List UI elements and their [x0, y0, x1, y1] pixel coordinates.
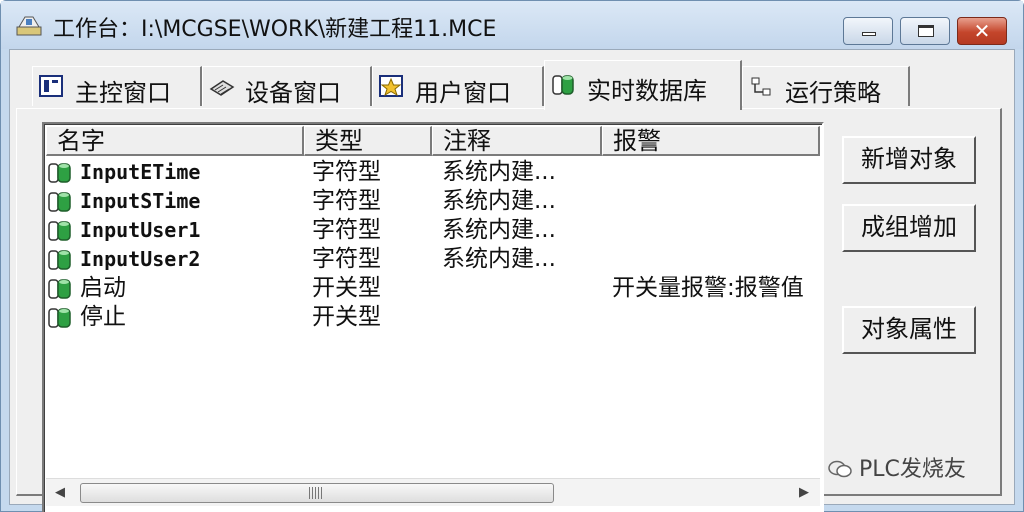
close-icon: ✕	[973, 19, 991, 43]
database-variable-icon	[48, 308, 71, 328]
list-item[interactable]: 停止 开关型	[46, 303, 830, 332]
list-item[interactable]: 启动 开关型 开关量报警:报警值	[46, 274, 830, 303]
tab-realtime-database[interactable]: 实时数据库	[544, 60, 742, 110]
scroll-left-icon[interactable]: ◀	[50, 483, 70, 503]
list-item[interactable]: InputETime 字符型 系统内建...	[46, 158, 830, 187]
scrollbar-thumb[interactable]	[80, 483, 554, 503]
cell-name: InputUser1	[80, 218, 201, 242]
tab-label: 实时数据库	[587, 77, 707, 105]
horizontal-scrollbar[interactable]: ◀ ▶	[46, 478, 820, 506]
variable-list[interactable]: 名字 类型 注释 报警 InputETime 字符型 系统内建... InputSTi…	[42, 122, 824, 512]
cell-name: InputSTime	[80, 189, 201, 213]
list-item[interactable]: InputUser1 字符型 系统内建...	[46, 216, 830, 245]
window-title: 工作台：I:\MCGSE\WORK\新建工程11.MCE	[53, 17, 497, 42]
cell-type: 字符型	[312, 159, 381, 185]
column-header-comment[interactable]: 注释	[432, 126, 602, 156]
strategy-icon	[751, 77, 771, 96]
group-add-button[interactable]: 成组增加	[842, 204, 976, 252]
maximize-button[interactable]	[900, 17, 950, 45]
wechat-icon	[828, 460, 852, 478]
tab-run-strategy[interactable]: 运行策略	[742, 66, 910, 107]
watermark: PLC发烧友	[827, 451, 966, 483]
cell-type: 开关型	[312, 304, 381, 330]
tab-main-window[interactable]: 主控窗口	[32, 66, 202, 107]
tab-device-window[interactable]: 设备窗口	[202, 66, 372, 107]
column-header-alarm[interactable]: 报警	[602, 126, 820, 156]
device-icon	[209, 80, 235, 96]
close-button[interactable]: ✕	[957, 17, 1007, 45]
database-variable-icon	[48, 250, 71, 270]
list-item[interactable]: InputUser2 字符型 系统内建...	[46, 245, 830, 274]
tab-user-window[interactable]: 用户窗口	[372, 66, 544, 107]
database-variable-icon	[48, 279, 71, 299]
cell-type: 字符型	[312, 188, 381, 214]
cell-comment: 系统内建...	[442, 217, 556, 243]
cell-comment: 系统内建...	[442, 188, 556, 214]
database-variable-icon	[48, 163, 71, 183]
cell-name: 停止	[80, 304, 126, 330]
column-header-type[interactable]: 类型	[304, 126, 432, 156]
database-icon	[552, 75, 574, 95]
cell-name: InputETime	[80, 160, 201, 184]
cell-type: 字符型	[312, 217, 381, 243]
app-window: 工作台：I:\MCGSE\WORK\新建工程11.MCE ✕ 主控窗口 设备窗口	[0, 0, 1024, 512]
watermark-text: PLC发烧友	[859, 457, 966, 482]
minimize-icon	[862, 32, 876, 36]
tab-label: 用户窗口	[415, 79, 511, 107]
column-header-name[interactable]: 名字	[46, 126, 304, 156]
workbench-client: 主控窗口 设备窗口 用户窗口 实时数据库 运行策略 名字 类型 注释 报警 In…	[9, 49, 1015, 512]
grip-icon	[309, 487, 323, 499]
user-window-icon	[379, 75, 403, 97]
cell-type: 字符型	[312, 246, 381, 272]
cell-comment: 系统内建...	[442, 159, 556, 185]
cell-name: InputUser2	[80, 247, 201, 271]
scroll-right-icon[interactable]: ▶	[794, 483, 814, 503]
cell-comment: 系统内建...	[442, 246, 556, 272]
tab-label: 主控窗口	[75, 79, 171, 107]
cell-alarm: 开关量报警:报警值	[612, 275, 804, 301]
database-variable-icon	[48, 192, 71, 212]
title-bar[interactable]: 工作台：I:\MCGSE\WORK\新建工程11.MCE ✕	[1, 1, 1023, 49]
main-window-icon	[39, 75, 63, 97]
cell-type: 开关型	[312, 275, 381, 301]
minimize-button[interactable]	[843, 17, 893, 45]
tab-label: 运行策略	[785, 79, 881, 107]
object-properties-button[interactable]: 对象属性	[842, 306, 976, 354]
cell-name: 启动	[80, 275, 126, 301]
workbench-app-icon	[16, 16, 42, 36]
new-object-button[interactable]: 新增对象	[842, 136, 976, 184]
list-item[interactable]: InputSTime 字符型 系统内建...	[46, 187, 830, 216]
maximize-icon	[918, 25, 934, 37]
tab-label: 设备窗口	[245, 79, 341, 107]
database-variable-icon	[48, 221, 71, 241]
